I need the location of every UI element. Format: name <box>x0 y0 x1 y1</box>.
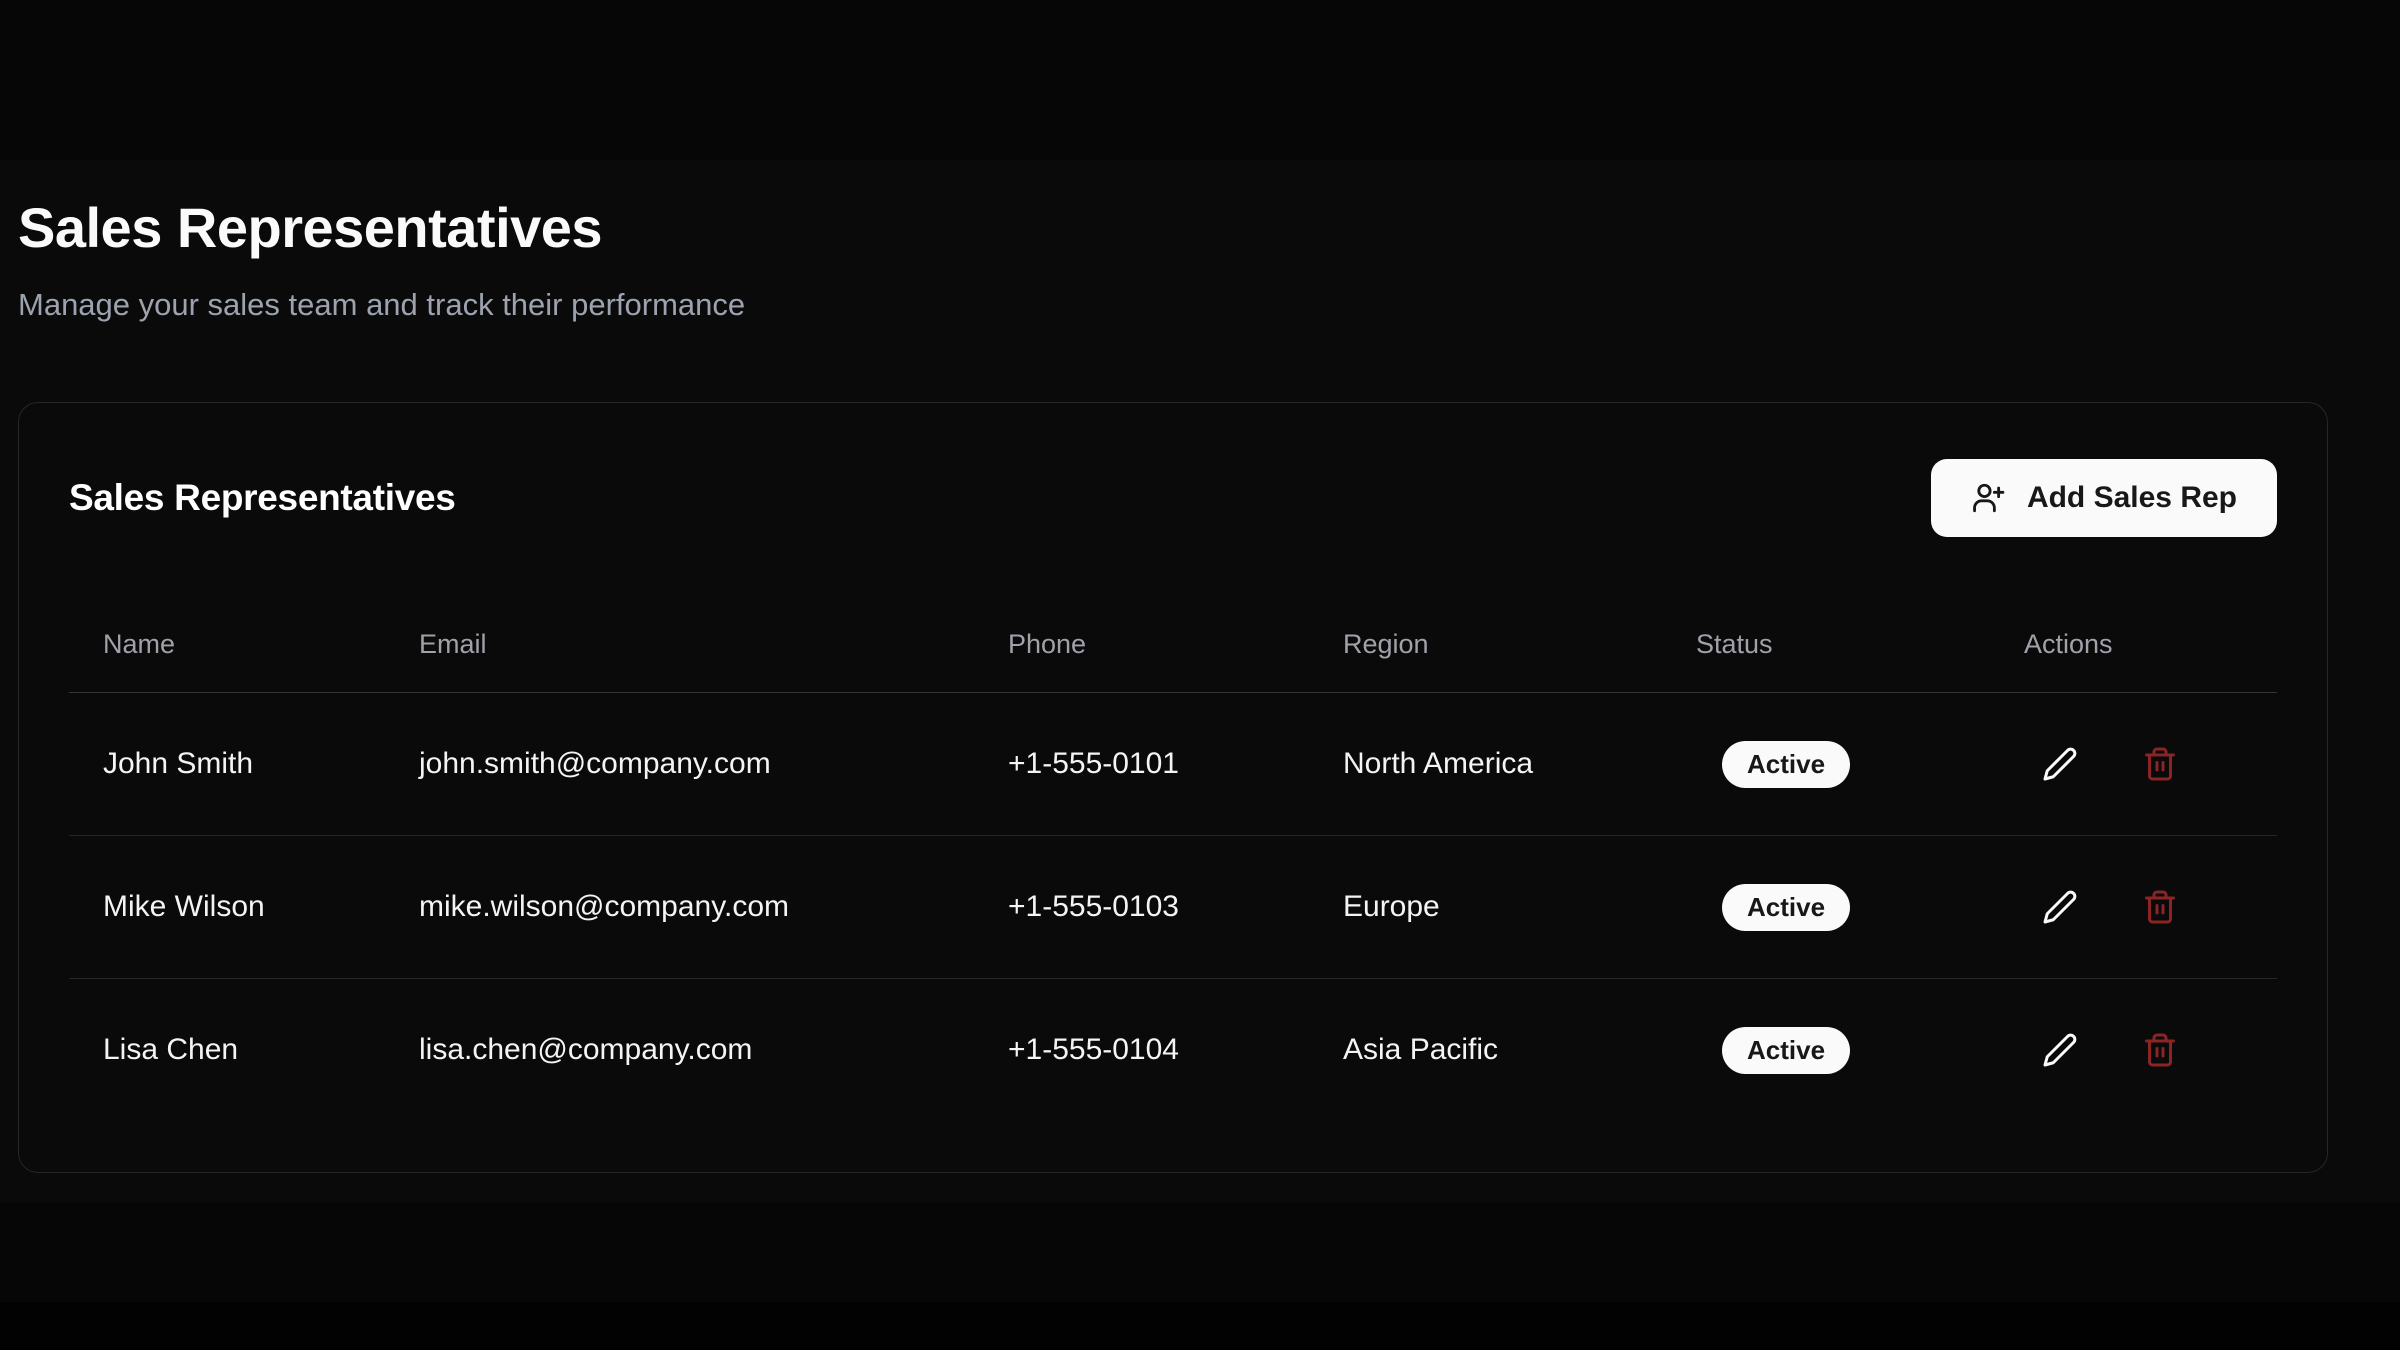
delete-button[interactable] <box>2138 885 2182 929</box>
card-title: Sales Representatives <box>69 477 456 519</box>
table-header-row: Name Email Phone Region Status Actions <box>69 601 2277 693</box>
rep-actions-cell <box>1990 836 2277 979</box>
page-subtitle: Manage your sales team and track their p… <box>18 284 2328 326</box>
rep-status-cell: Active <box>1662 693 1990 836</box>
column-header-email: Email <box>385 601 974 693</box>
rep-email-cell: lisa.chen@company.com <box>385 979 974 1122</box>
delete-button[interactable] <box>2138 1028 2182 1072</box>
row-actions <box>2038 885 2267 929</box>
page: Sales Representatives Manage your sales … <box>0 0 2400 1350</box>
row-actions <box>2038 742 2267 786</box>
table-row: Mike Wilson mike.wilson@company.com +1-5… <box>69 836 2277 979</box>
column-header-phone: Phone <box>974 601 1309 693</box>
sales-reps-table: Name Email Phone Region Status Actions J… <box>69 601 2277 1122</box>
edit-button[interactable] <box>2038 885 2082 929</box>
table-body: John Smith john.smith@company.com +1-555… <box>69 693 2277 1122</box>
pencil-icon <box>2042 746 2078 782</box>
table-row: Lisa Chen lisa.chen@company.com +1-555-0… <box>69 979 2277 1122</box>
rep-actions-cell <box>1990 979 2277 1122</box>
add-sales-rep-button[interactable]: Add Sales Rep <box>1931 459 2277 537</box>
column-header-actions: Actions <box>1990 601 2277 693</box>
trash-icon <box>2142 1032 2178 1068</box>
add-sales-rep-label: Add Sales Rep <box>2027 481 2237 515</box>
pencil-icon <box>2042 889 2078 925</box>
trash-icon <box>2142 889 2178 925</box>
rep-phone-cell: +1-555-0101 <box>974 693 1309 836</box>
rep-email-cell: mike.wilson@company.com <box>385 836 974 979</box>
column-header-status: Status <box>1662 601 1990 693</box>
status-badge: Active <box>1722 884 1850 931</box>
status-badge: Active <box>1722 741 1850 788</box>
rep-email-cell: john.smith@company.com <box>385 693 974 836</box>
rep-region-cell: Asia Pacific <box>1309 979 1662 1122</box>
rep-name-cell: Mike Wilson <box>69 836 385 979</box>
rep-region-cell: North America <box>1309 693 1662 836</box>
card-header: Sales Representatives Add Sales Rep <box>69 459 2277 537</box>
rep-name-cell: John Smith <box>69 693 385 836</box>
rep-name-cell: Lisa Chen <box>69 979 385 1122</box>
rep-status-cell: Active <box>1662 836 1990 979</box>
user-plus-icon <box>1971 481 2005 515</box>
edit-button[interactable] <box>2038 742 2082 786</box>
delete-button[interactable] <box>2138 742 2182 786</box>
sales-reps-card: Sales Representatives Add Sales Rep <box>18 402 2328 1173</box>
rep-phone-cell: +1-555-0104 <box>974 979 1309 1122</box>
column-header-name: Name <box>69 601 385 693</box>
rep-phone-cell: +1-555-0103 <box>974 836 1309 979</box>
rep-region-cell: Europe <box>1309 836 1662 979</box>
table-row: John Smith john.smith@company.com +1-555… <box>69 693 2277 836</box>
column-header-region: Region <box>1309 601 1662 693</box>
row-actions <box>2038 1028 2267 1072</box>
main-content: Sales Representatives Manage your sales … <box>18 0 2328 1173</box>
edit-button[interactable] <box>2038 1028 2082 1072</box>
trash-icon <box>2142 746 2178 782</box>
rep-status-cell: Active <box>1662 979 1990 1122</box>
pencil-icon <box>2042 1032 2078 1068</box>
page-title: Sales Representatives <box>18 196 2328 260</box>
rep-actions-cell <box>1990 693 2277 836</box>
status-badge: Active <box>1722 1027 1850 1074</box>
